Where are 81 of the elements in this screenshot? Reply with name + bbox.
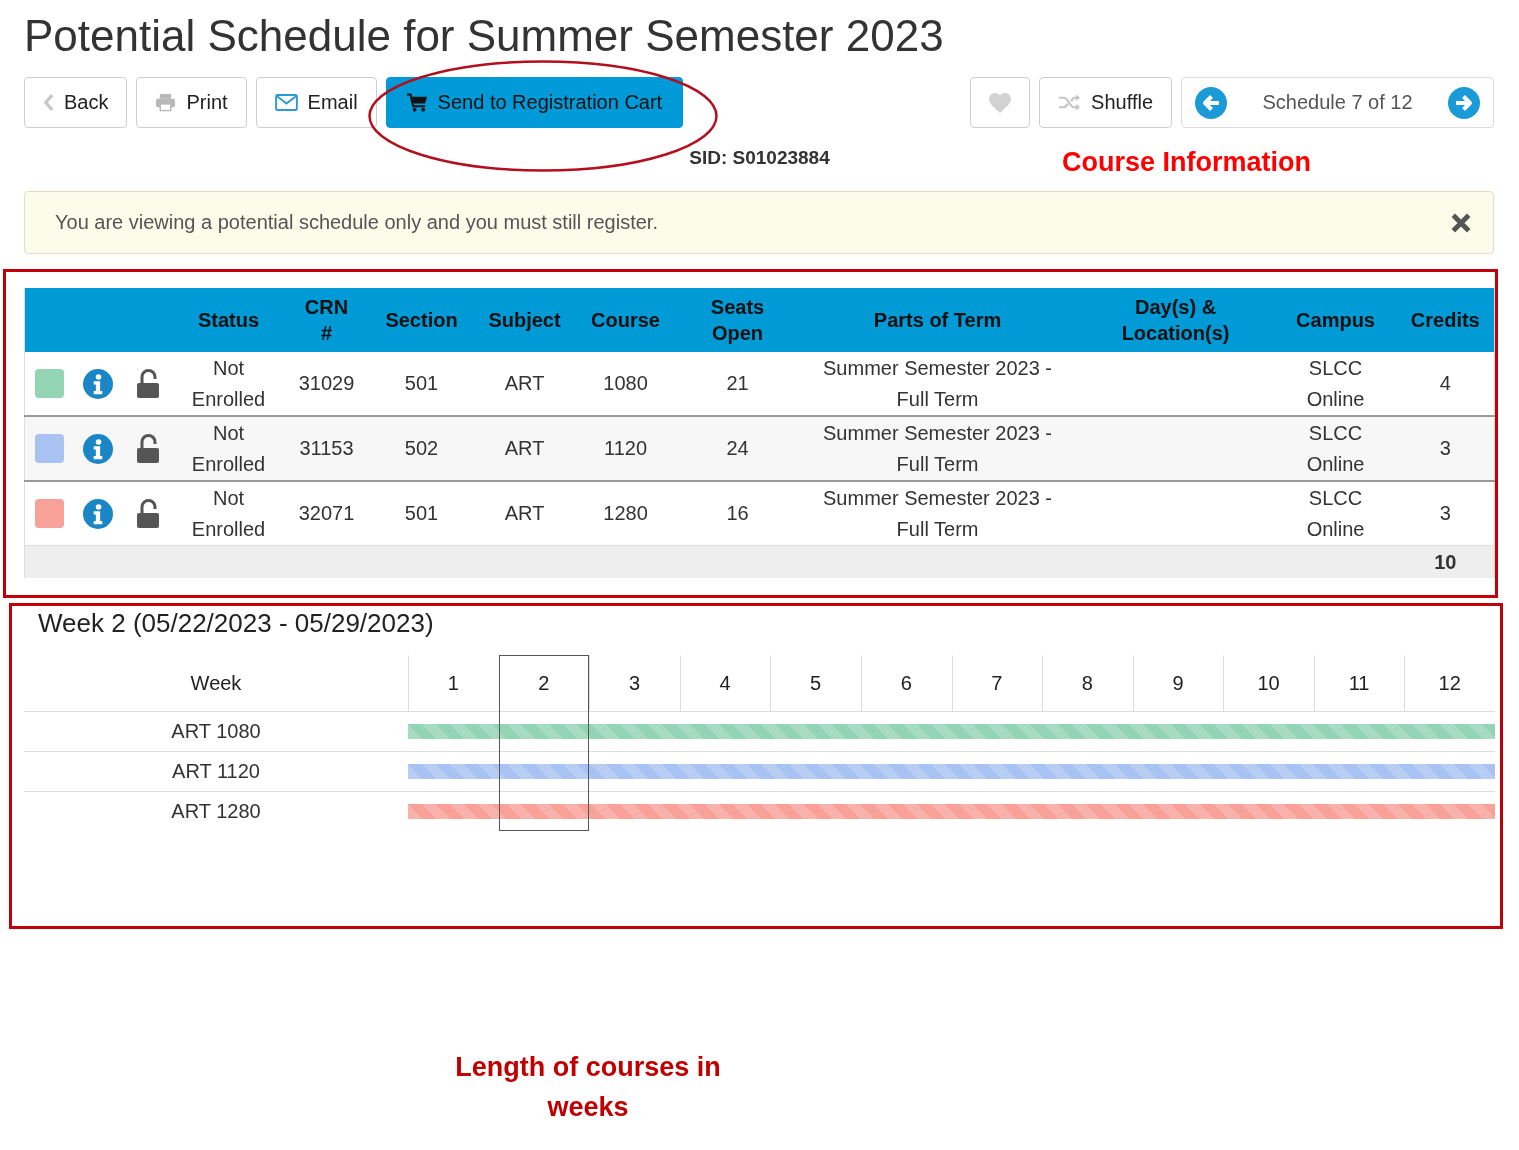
shuffle-icon [1058, 93, 1082, 112]
total-credits: 10 [1434, 550, 1457, 573]
table-cell: 501 [404, 372, 439, 394]
envelope-icon [274, 94, 298, 111]
table-cell: ART [504, 372, 545, 394]
printer-icon [155, 93, 177, 112]
table-cell: Not Enrolled [191, 486, 266, 540]
table-cell: 32071 [298, 502, 355, 524]
week-tab[interactable]: 12 [1404, 655, 1495, 711]
table-cell: Summer Semester 2023 - Full Term [823, 486, 1052, 540]
column-header: Parts of Term [798, 288, 1077, 352]
schedule-position: Schedule 7 of 12 [1262, 91, 1413, 114]
table-cell: SLCC Online [1306, 421, 1365, 475]
print-button[interactable]: Print [136, 77, 247, 128]
back-button[interactable]: Back [24, 77, 128, 128]
table-cell: SLCC Online [1306, 486, 1365, 540]
week-tab[interactable]: 4 [679, 655, 771, 711]
week-tab[interactable]: 7 [951, 655, 1043, 711]
week-tab[interactable]: 10 [1223, 655, 1314, 711]
week-tab[interactable]: 9 [1132, 655, 1224, 711]
arrow-right-circle-icon[interactable] [1448, 86, 1480, 119]
table-cell: 3 [1439, 502, 1451, 524]
shuffle-button[interactable]: Shuffle [1039, 77, 1172, 128]
page-title: Potential Schedule for Summer Semester 2023 [23, 10, 944, 62]
arrow-left-circle-icon[interactable] [1195, 86, 1227, 119]
row-label: ART 1280 [171, 800, 261, 823]
table-cell: Summer Semester 2023 - Full Term [823, 421, 1052, 475]
table-cell: ART [504, 437, 545, 459]
open-padlock-icon[interactable] [135, 368, 160, 399]
close-icon[interactable] [1450, 211, 1472, 234]
info-icon[interactable] [83, 368, 113, 399]
column-header: Campus [1274, 288, 1397, 352]
column-header: Credits [1396, 288, 1495, 352]
table-cell: Not Enrolled [191, 421, 266, 475]
alert-message: You are viewing a potential schedule only and you must still register. [55, 211, 659, 234]
info-icon[interactable] [83, 498, 113, 529]
column-header: Seats Open [676, 288, 799, 352]
week-tab[interactable]: 6 [860, 655, 952, 711]
table-cell: Summer Semester 2023 - Full Term [823, 356, 1052, 410]
week-tab[interactable]: 11 [1313, 655, 1405, 711]
email-button[interactable]: Email [255, 77, 377, 128]
cart-icon [406, 93, 428, 112]
annotation-label: Length of courses in weeks [454, 1051, 722, 1124]
week-tab[interactable]: 2 [498, 655, 590, 831]
table-cell: 31029 [298, 372, 355, 394]
week-range-heading: Week 2 (05/22/2023 - 05/29/2023) [38, 608, 434, 638]
table-cell: 1120 [604, 437, 648, 459]
week-tab[interactable]: 3 [589, 655, 680, 711]
row-label: ART 1080 [171, 720, 261, 743]
open-padlock-icon[interactable] [135, 433, 160, 464]
table-cell: 24 [726, 437, 749, 459]
week-tab[interactable]: 1 [408, 655, 499, 711]
table-cell: 1280 [603, 502, 648, 524]
row-label: ART 1120 [172, 760, 260, 783]
open-padlock-icon[interactable] [135, 498, 160, 529]
column-header: Week [190, 671, 242, 695]
column-header: Status [172, 288, 285, 352]
table-cell: 501 [404, 502, 439, 524]
annotation-label: Course Information [1062, 146, 1311, 178]
student-id: SID: S01023884 [689, 147, 830, 168]
column-header: Section [368, 288, 475, 352]
table-cell: SLCC Online [1306, 356, 1365, 410]
chevron-left-icon [43, 93, 54, 112]
column-header: CRN # [284, 288, 369, 352]
table-cell: 1080 [603, 372, 648, 394]
send-to-cart-button[interactable]: Send to Registration Cart [385, 77, 684, 128]
table-cell: 3 [1439, 437, 1451, 459]
week-tab[interactable]: 8 [1042, 655, 1133, 711]
table-cell: 4 [1439, 372, 1451, 394]
table-cell: 31153 [299, 437, 354, 459]
table-cell: ART [504, 502, 545, 524]
table-cell: 16 [726, 502, 749, 524]
info-icon[interactable] [83, 433, 113, 464]
column-header: Course [574, 288, 677, 352]
table-cell: 21 [726, 372, 749, 394]
table-cell: 502 [404, 437, 439, 459]
week-tab[interactable]: 5 [770, 655, 861, 711]
heart-icon [989, 92, 1012, 113]
table-cell: Not Enrolled [191, 356, 266, 410]
column-header: Subject [474, 288, 575, 352]
column-header: Day(s) & Location(s) [1076, 288, 1275, 352]
